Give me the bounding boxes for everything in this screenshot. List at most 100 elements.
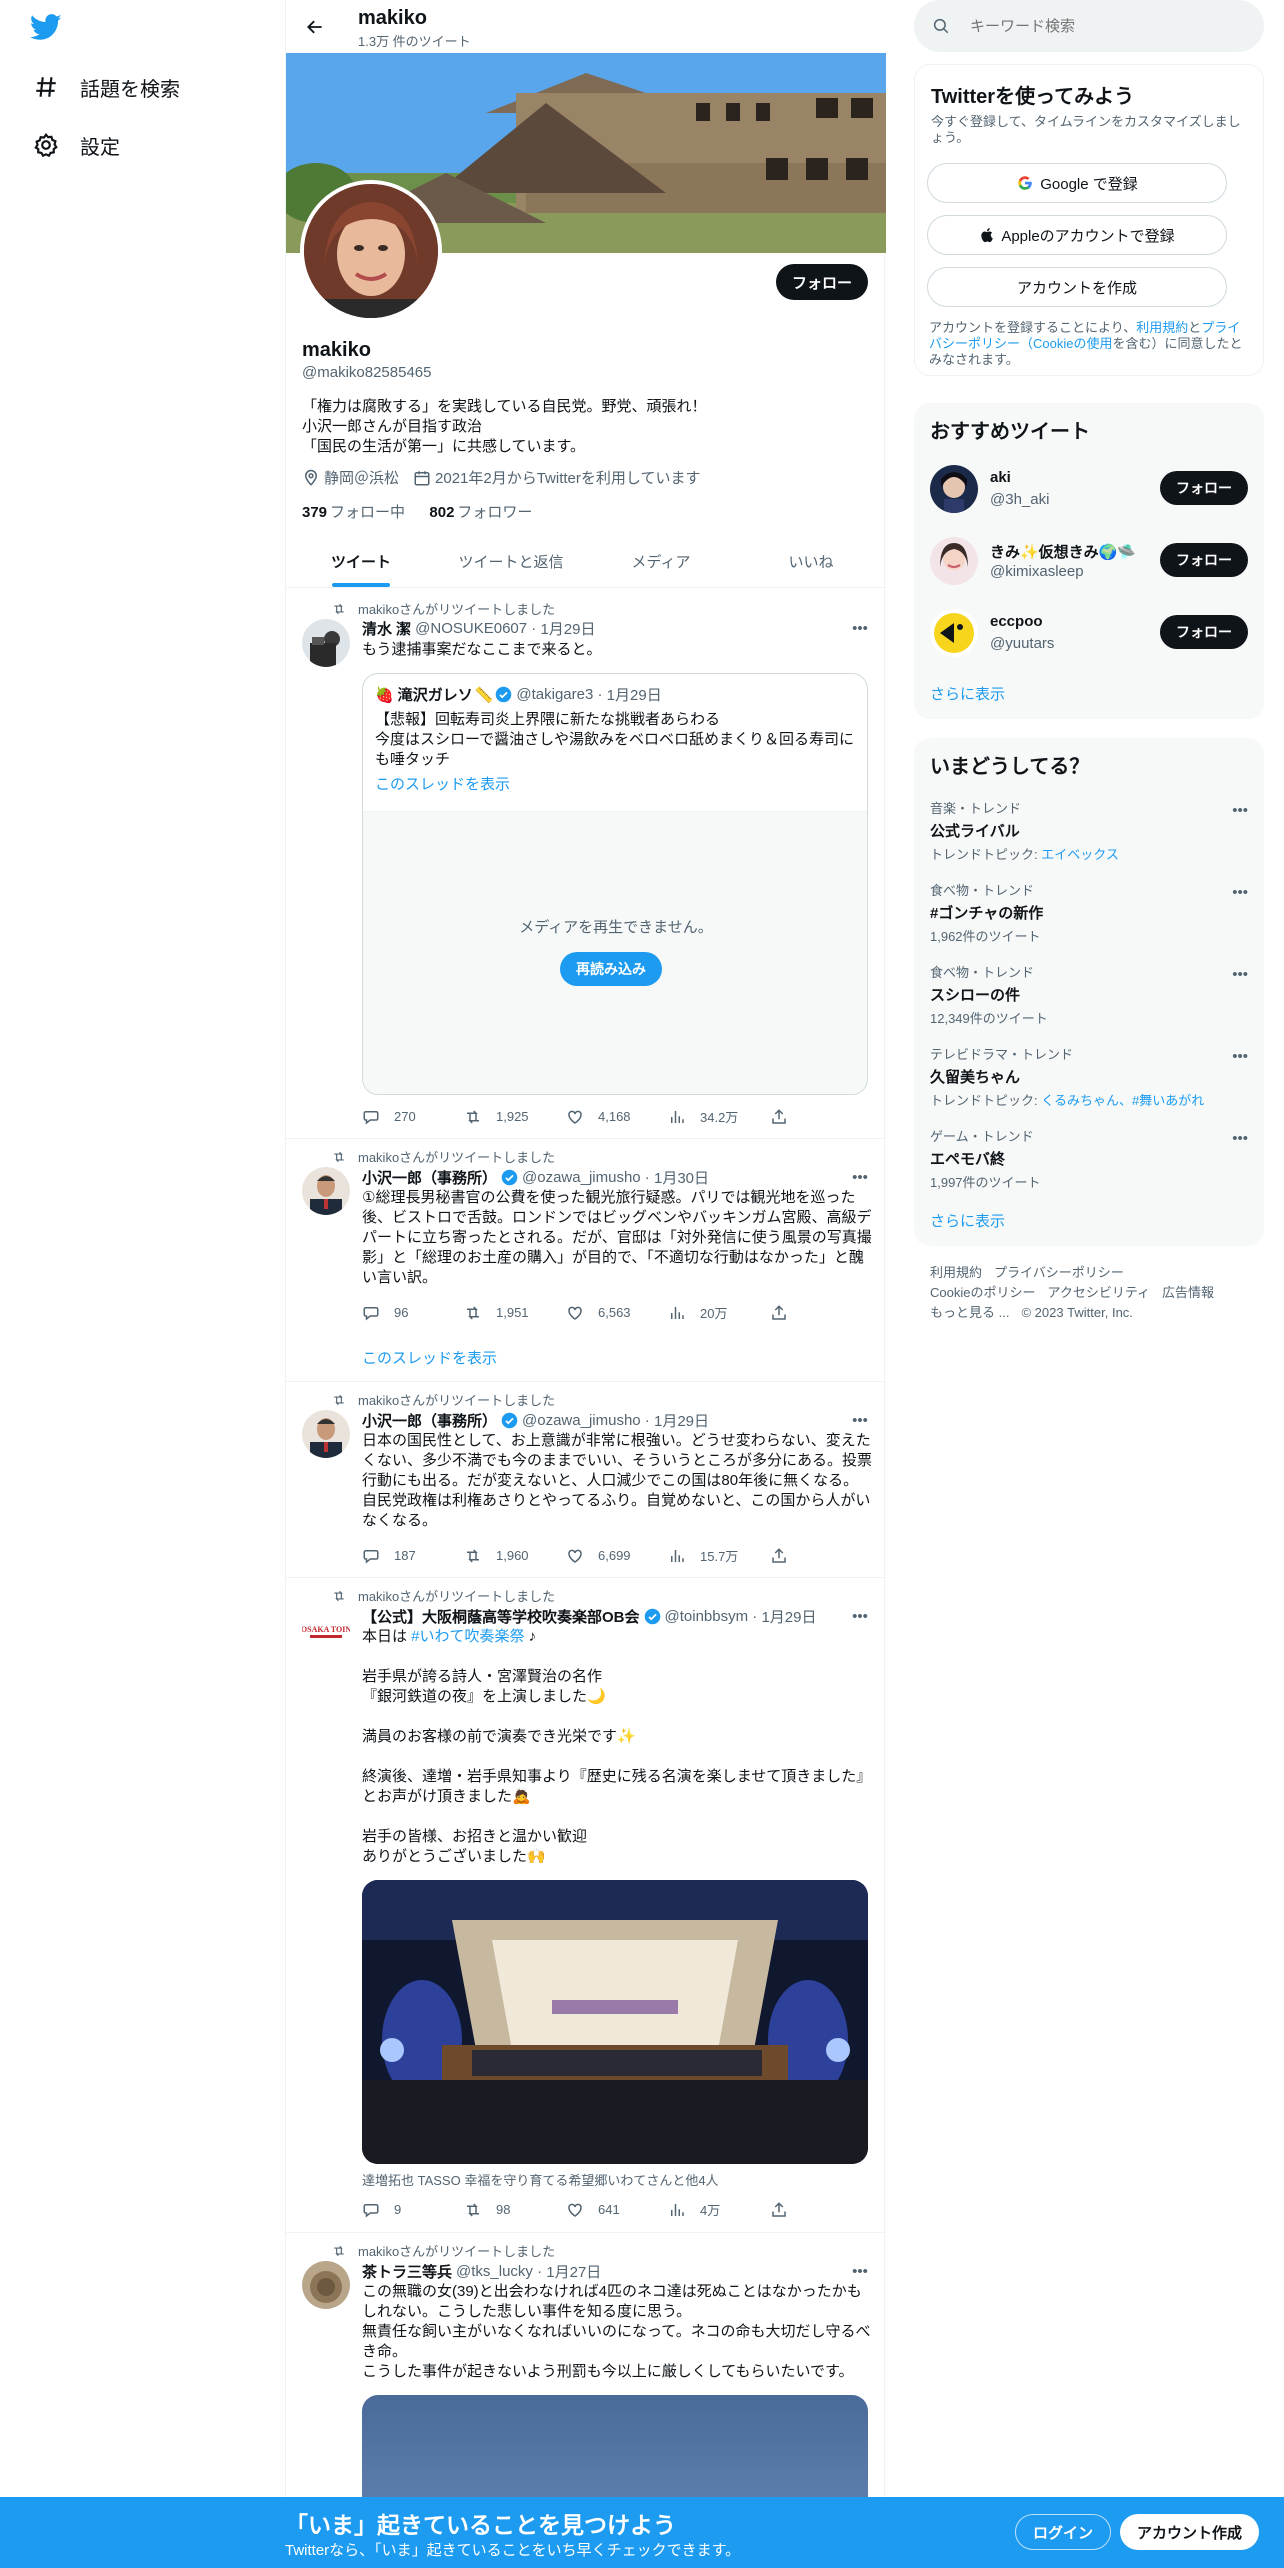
tweet-date[interactable]: 1月27日 xyxy=(546,2261,601,2282)
share-button[interactable] xyxy=(770,1303,872,1322)
tweet-author-name[interactable]: 清水 潔 xyxy=(362,618,411,639)
create-account-button[interactable]: アカウントを作成 xyxy=(927,267,1227,307)
avatar[interactable] xyxy=(302,619,350,667)
signup-button[interactable]: アカウント作成 xyxy=(1120,2514,1260,2550)
trends-show-more[interactable]: さらに表示 xyxy=(930,1210,1005,1231)
trend-item[interactable]: テレビドラマ・トレンド 久留美ちゃん トレンドトピック: くるみちゃん、#舞いあ… xyxy=(930,1044,1248,1109)
tweet-author-handle[interactable]: @tks_lucky xyxy=(456,2263,533,2280)
hashtag-link[interactable]: #いわて吹奏楽祭 xyxy=(411,1628,524,1645)
share-button[interactable] xyxy=(770,1107,872,1126)
nav-explore[interactable]: 話題を検索 xyxy=(32,67,180,107)
footer-link[interactable]: Cookieのポリシー xyxy=(930,1285,1035,1300)
like-button[interactable]: 6,699 xyxy=(566,1546,668,1565)
tweet-date[interactable]: 1月29日 xyxy=(540,618,595,639)
reload-button[interactable]: 再読み込み xyxy=(560,952,662,986)
footer-link[interactable]: 利用規約 xyxy=(930,1265,982,1280)
footer-link[interactable]: もっと見る ... xyxy=(930,1305,1009,1320)
tweet-item[interactable]: makikoさんがリツイートしました OSAKA TOIN 【公式】大阪桐蔭高等… xyxy=(286,1578,886,2233)
more-options-icon[interactable]: ••• xyxy=(850,618,870,638)
views-button[interactable]: 15.7万 xyxy=(668,1546,770,1565)
avatar[interactable] xyxy=(302,2261,350,2309)
footer-link[interactable]: アクセシビリティ xyxy=(1047,1285,1150,1300)
more-options-icon[interactable]: ••• xyxy=(850,2261,870,2281)
trend-item[interactable]: 食べ物・トレンド #ゴンチャの新作 1,962件のツイート ••• xyxy=(930,880,1248,945)
retweet-button[interactable]: 1,960 xyxy=(464,1546,566,1565)
trend-item[interactable]: 食べ物・トレンド スシローの件 12,349件のツイート ••• xyxy=(930,962,1248,1027)
like-button[interactable]: 6,563 xyxy=(566,1303,668,1322)
more-options-icon[interactable]: ••• xyxy=(850,1410,870,1430)
show-thread-link[interactable]: このスレッドを表示 xyxy=(362,1347,497,1368)
avatar[interactable] xyxy=(302,1410,350,1458)
tweet-author-handle[interactable]: @NOSUKE0607 xyxy=(415,620,527,637)
back-arrow-icon[interactable] xyxy=(300,12,330,42)
more-options-icon[interactable]: ••• xyxy=(1232,1130,1248,1147)
avatar[interactable] xyxy=(930,537,978,585)
like-button[interactable]: 4,168 xyxy=(566,1107,668,1126)
tweet-author-name[interactable]: 小沢一郎（事務所） xyxy=(362,1410,497,1431)
tweet-date[interactable]: 1月29日 xyxy=(761,1606,816,1627)
login-button[interactable]: ログイン xyxy=(1015,2514,1112,2550)
nav-settings[interactable]: 設定 xyxy=(32,125,120,165)
follow-button[interactable]: フォロー xyxy=(1160,615,1248,649)
tweet-item[interactable]: makikoさんがリツイートしました 清水 潔 @NOSUKE0607 · 1月… xyxy=(286,589,886,1139)
tweet-author-name[interactable]: 【公式】大阪桐蔭高等学校吹奏楽部OB会 xyxy=(362,1606,640,1627)
follow-button[interactable]: フォロー xyxy=(1160,471,1248,505)
quote-thread-link[interactable]: このスレッドを表示 xyxy=(375,773,510,794)
reply-button[interactable]: 96 xyxy=(362,1303,464,1322)
reply-button[interactable]: 270 xyxy=(362,1107,464,1126)
views-button[interactable]: 20万 xyxy=(668,1303,770,1322)
quoted-tweet[interactable]: 🍓 滝沢ガレソ 📏 @takigare3 · 1月29日 【悲報】回転寿司炎上界… xyxy=(362,673,868,1095)
search-input[interactable] xyxy=(970,17,1220,35)
tweet-author-name[interactable]: 茶トラ三等兵 xyxy=(362,2261,452,2282)
tweet-author-handle[interactable]: @ozawa_jimusho xyxy=(522,1169,641,1186)
avatar[interactable]: OSAKA TOIN xyxy=(302,1606,350,1654)
profile-avatar[interactable] xyxy=(300,180,442,322)
more-options-icon[interactable]: ••• xyxy=(1232,802,1248,819)
trend-item[interactable]: 音楽・トレンド 公式ライバル トレンドトピック: エイベックス ••• xyxy=(930,798,1248,863)
more-options-icon[interactable]: ••• xyxy=(1232,884,1248,901)
avatar[interactable] xyxy=(930,465,978,513)
footer-link[interactable]: 広告情報 xyxy=(1162,1285,1214,1300)
share-button[interactable] xyxy=(770,2200,872,2219)
views-button[interactable]: 34.2万 xyxy=(668,1107,770,1126)
tweet-author-name[interactable]: 小沢一郎（事務所） xyxy=(362,1167,497,1188)
follow-button[interactable]: フォロー xyxy=(1160,543,1248,577)
tweet-photo[interactable] xyxy=(362,1880,868,2164)
terms-link[interactable]: 利用規約 xyxy=(1136,320,1188,335)
twitter-logo-icon[interactable] xyxy=(29,14,64,44)
tab-tweets[interactable]: ツイート xyxy=(286,535,436,587)
more-options-icon[interactable]: ••• xyxy=(1232,966,1248,983)
follow-button[interactable]: フォロー xyxy=(775,264,868,300)
tab-tweets-replies[interactable]: ツイートと返信 xyxy=(436,535,586,587)
tab-media[interactable]: メディア xyxy=(586,535,736,587)
recommended-show-more[interactable]: さらに表示 xyxy=(930,683,1005,704)
tweet-item[interactable]: makikoさんがリツイートしました 小沢一郎（事務所） @ozawa_jimu… xyxy=(286,1139,886,1382)
apple-signup-button[interactable]: Appleのアカウントで登録 xyxy=(927,215,1227,255)
recommended-user[interactable]: きみ✨仮想きみ🌍🛸 @kimixasleep フォロー xyxy=(930,533,1248,589)
tab-likes[interactable]: いいね xyxy=(736,535,886,587)
tweet-item[interactable]: makikoさんがリツイートしました 小沢一郎（事務所） @ozawa_jimu… xyxy=(286,1382,886,1578)
avatar[interactable] xyxy=(930,609,978,657)
more-options-icon[interactable]: ••• xyxy=(1232,1048,1248,1065)
tweet-author-handle[interactable]: @toinbbsym xyxy=(665,1608,749,1625)
followers-link[interactable]: 802 フォロワー xyxy=(429,504,532,521)
recommended-user[interactable]: eccpoo @yuutars フォロー xyxy=(930,605,1248,661)
tweet-date[interactable]: 1月29日 xyxy=(654,1410,709,1431)
views-button[interactable]: 4万 xyxy=(668,2200,770,2219)
retweet-button[interactable]: 1,951 xyxy=(464,1303,566,1322)
like-button[interactable]: 641 xyxy=(566,2200,668,2219)
tweet-date[interactable]: 1月30日 xyxy=(654,1167,709,1188)
tweet-author-handle[interactable]: @ozawa_jimusho xyxy=(522,1412,641,1429)
google-signup-button[interactable]: Google で登録 xyxy=(927,163,1227,203)
retweet-button[interactable]: 1,925 xyxy=(464,1107,566,1126)
recommended-user[interactable]: aki @3h_aki フォロー xyxy=(930,461,1248,517)
reply-button[interactable]: 187 xyxy=(362,1546,464,1565)
tagged-users[interactable]: 達増拓也 TASSO 幸福を守り育てる希望郷いわてさんと他4人 xyxy=(362,2170,719,2189)
more-options-icon[interactable]: ••• xyxy=(850,1606,870,1626)
search-bar[interactable] xyxy=(914,0,1264,52)
reply-button[interactable]: 9 xyxy=(362,2200,464,2219)
avatar[interactable] xyxy=(302,1167,350,1215)
following-link[interactable]: 379 フォロー中 xyxy=(302,504,405,521)
more-options-icon[interactable]: ••• xyxy=(850,1167,870,1187)
share-button[interactable] xyxy=(770,1546,872,1565)
